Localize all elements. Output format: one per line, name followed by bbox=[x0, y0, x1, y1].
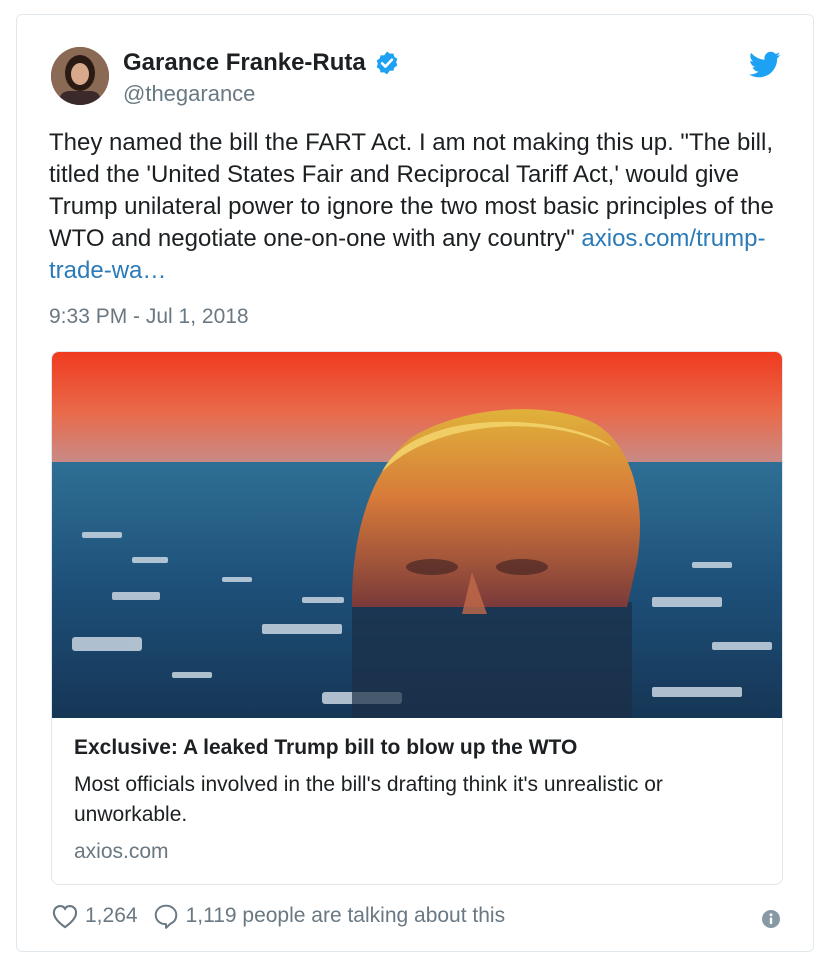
card-title[interactable]: Exclusive: A leaked Trump bill to blow u… bbox=[74, 736, 577, 760]
tweet-timestamp[interactable]: 9:33 PM - Jul 1, 2018 bbox=[49, 305, 249, 329]
avatar[interactable] bbox=[51, 47, 109, 105]
info-icon[interactable] bbox=[761, 909, 781, 929]
heart-icon[interactable] bbox=[51, 903, 79, 929]
tweet-text: They named the bill the FART Act. I am n… bbox=[49, 127, 789, 287]
verified-badge-icon bbox=[376, 51, 398, 75]
twitter-bird-icon[interactable] bbox=[749, 51, 781, 79]
author-name-row[interactable]: Garance Franke-Ruta bbox=[123, 49, 400, 77]
tweet-actions: 1,264 1,119 people are talking about thi… bbox=[51, 903, 519, 929]
tweet-embed: Garance Franke-Ruta @thegarance They nam… bbox=[16, 14, 814, 952]
card-domain: axios.com bbox=[74, 840, 169, 863]
card-image bbox=[52, 352, 782, 718]
author-name[interactable]: Garance Franke-Ruta bbox=[123, 49, 366, 77]
card-description: Most officials involved in the bill's dr… bbox=[74, 773, 663, 826]
speech-bubble-icon[interactable] bbox=[152, 903, 180, 929]
talking-count[interactable]: 1,119 people are talking about this bbox=[186, 904, 506, 928]
author-handle[interactable]: @thegarance bbox=[123, 81, 255, 107]
link-card[interactable]: Exclusive: A leaked Trump bill to blow u… bbox=[51, 351, 783, 885]
like-count[interactable]: 1,264 bbox=[85, 904, 138, 928]
